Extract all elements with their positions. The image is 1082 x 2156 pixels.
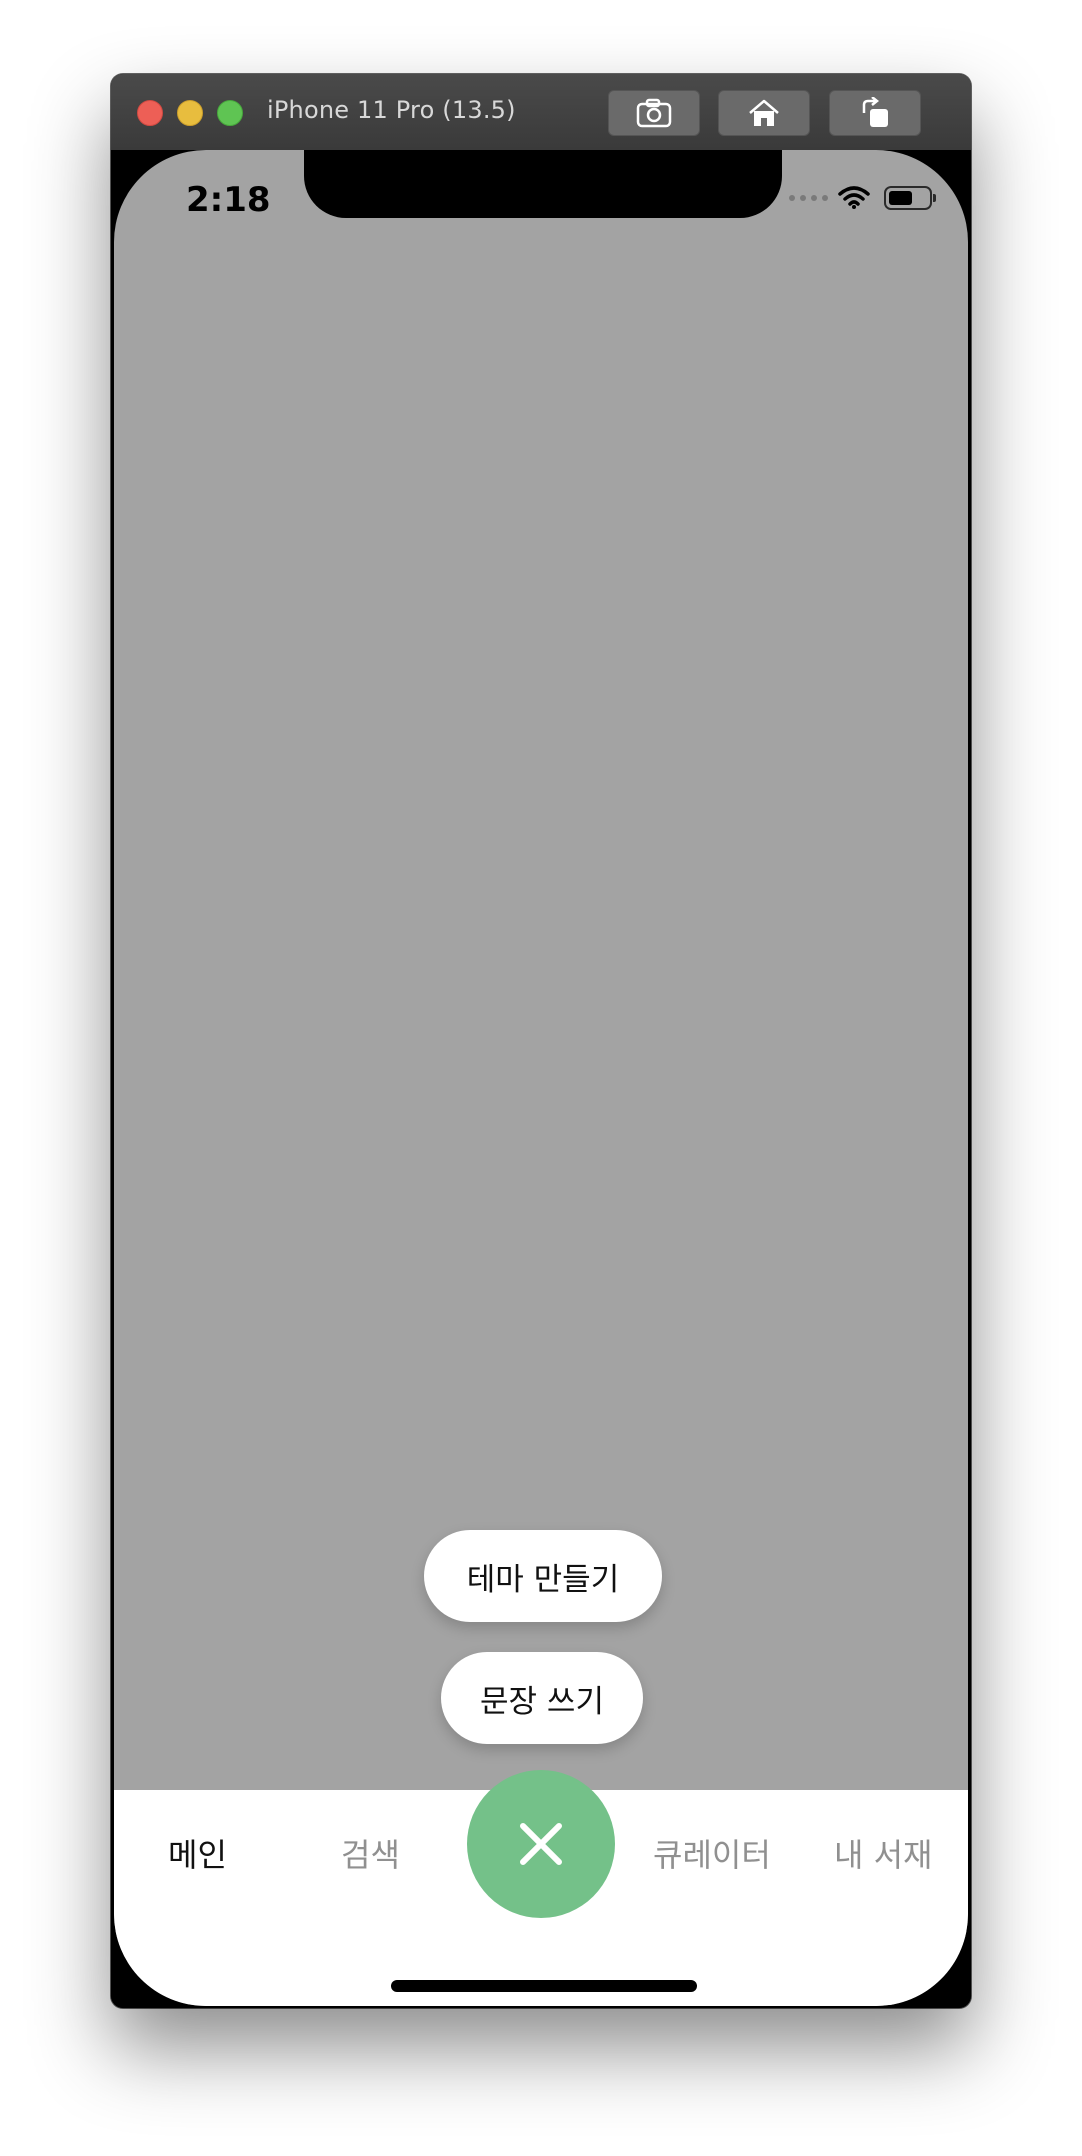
close-icon [520, 1823, 562, 1865]
home-button[interactable] [718, 90, 810, 136]
tab-my-library[interactable]: 내 서재 [834, 1830, 933, 1876]
tab-main[interactable]: 메인 [168, 1830, 227, 1876]
window-title: iPhone 11 Pro (13.5) [267, 96, 516, 124]
rotate-button[interactable] [829, 90, 921, 136]
rotate-icon [862, 97, 888, 127]
close-window-button[interactable] [137, 100, 163, 126]
signal-icon [789, 195, 828, 201]
device-screen: 2:18 테마 만들기 문장 쓰기 메인 검색 큐레이터 내 서재 [111, 150, 971, 2008]
tab-search[interactable]: 검색 [341, 1830, 400, 1876]
zoom-window-button[interactable] [217, 100, 243, 126]
tab-curator[interactable]: 큐레이터 [653, 1830, 771, 1876]
app-display: 2:18 테마 만들기 문장 쓰기 메인 검색 큐레이터 내 서재 [114, 150, 968, 2006]
close-menu-fab[interactable] [467, 1770, 615, 1918]
status-time: 2:18 [186, 180, 271, 220]
screenshot-button[interactable] [608, 90, 700, 136]
home-indicator[interactable] [391, 1980, 697, 1992]
minimize-window-button[interactable] [177, 100, 203, 126]
wifi-icon [838, 186, 870, 209]
battery-icon [884, 186, 936, 210]
battery-level [889, 191, 912, 205]
window-titlebar: iPhone 11 Pro (13.5) [111, 74, 971, 151]
create-theme-button[interactable]: 테마 만들기 [424, 1530, 662, 1622]
home-icon [749, 99, 779, 126]
device-notch [304, 150, 782, 218]
simulator-window: iPhone 11 Pro (13.5) 2:18 테마 만들기 문장 쓰기 메… [111, 74, 971, 2008]
camera-icon [636, 98, 672, 128]
status-indicators [789, 186, 936, 210]
write-sentence-button[interactable]: 문장 쓰기 [441, 1652, 643, 1744]
